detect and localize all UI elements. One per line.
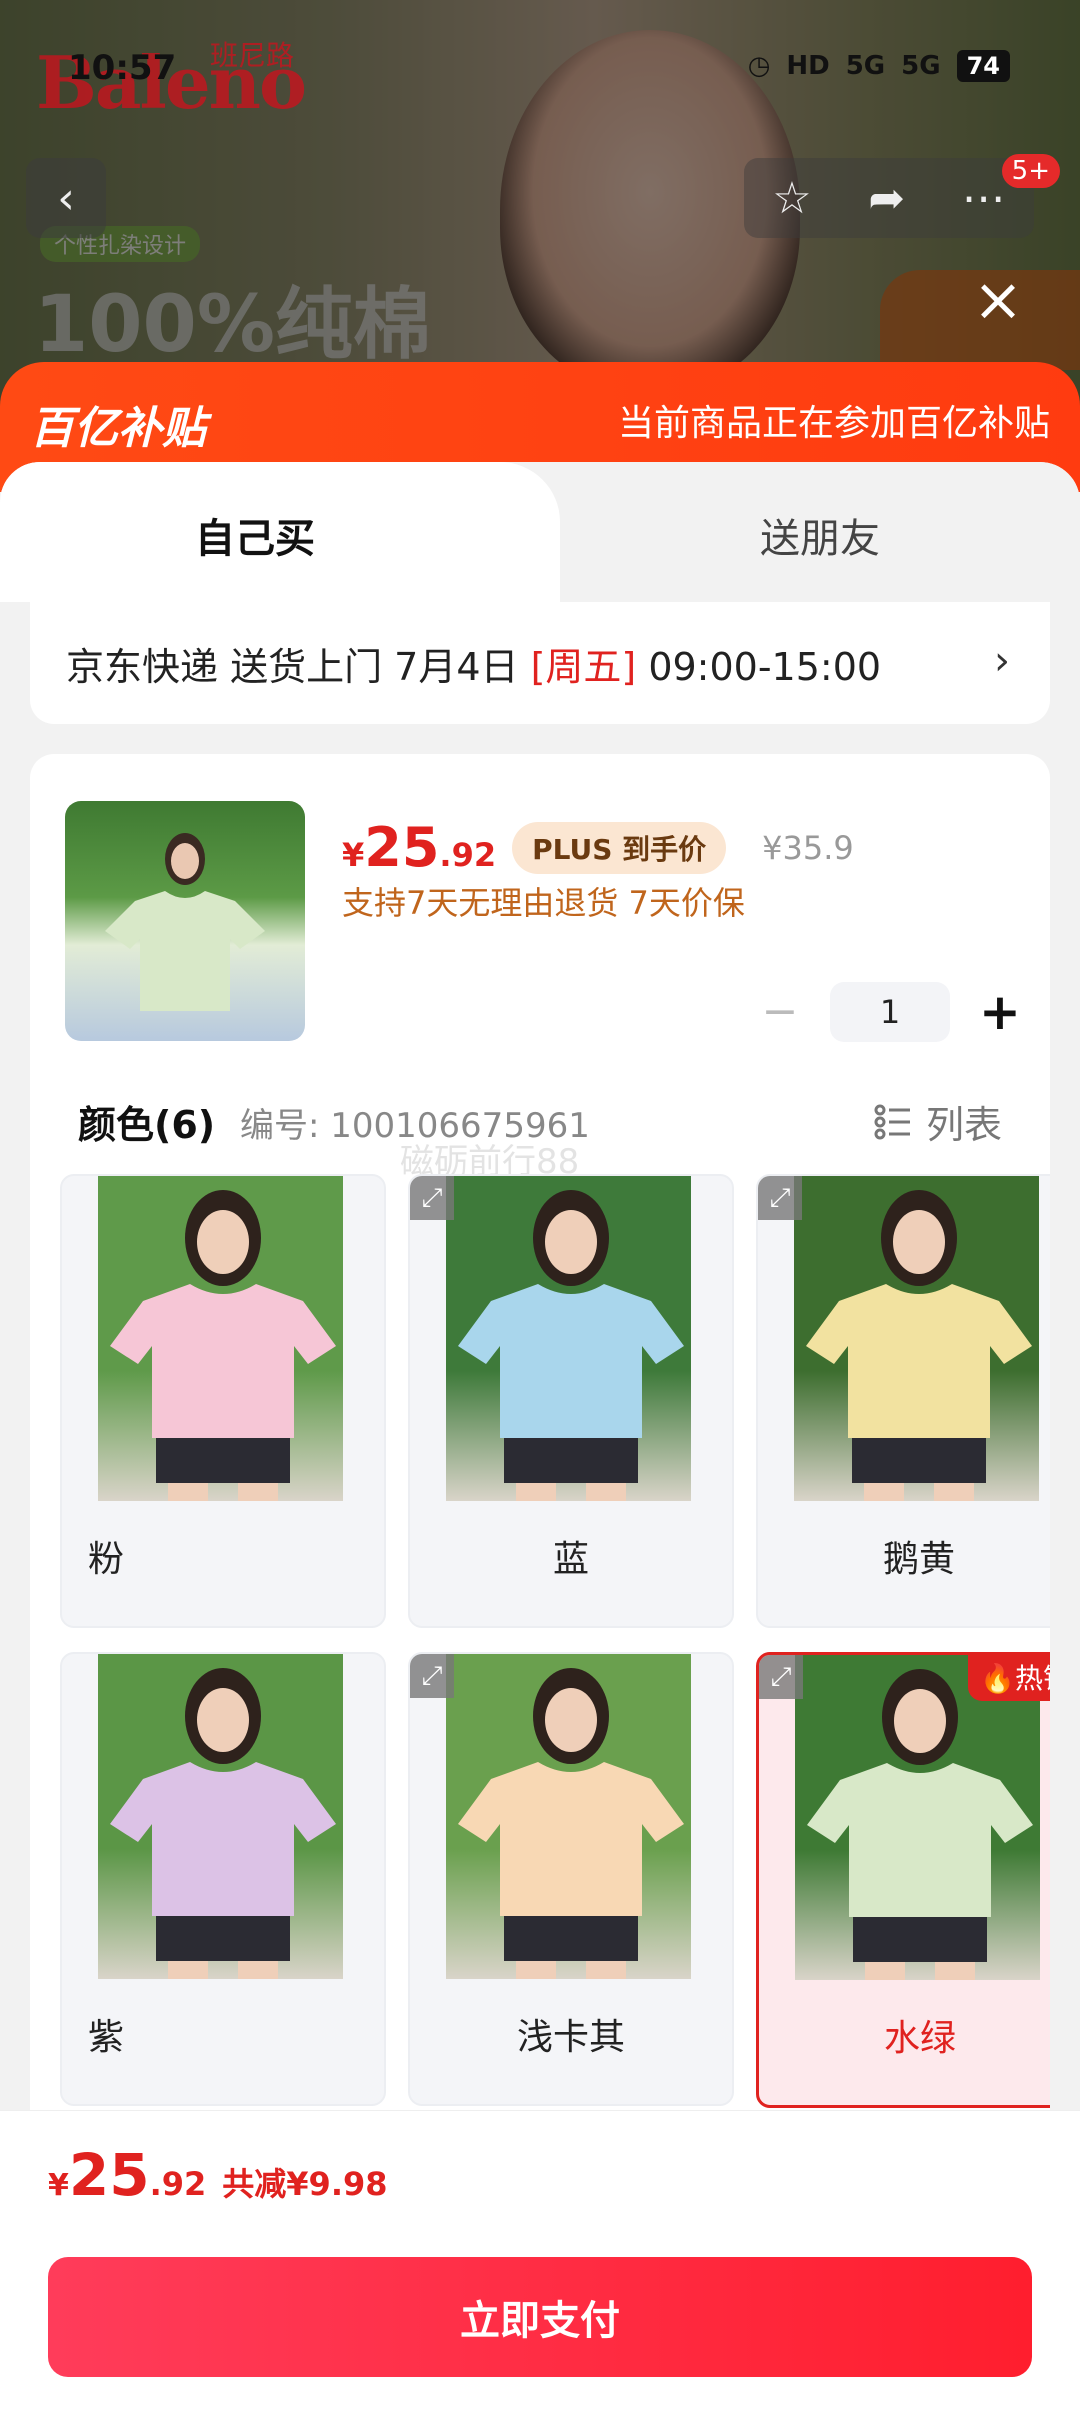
total-decimal: .92 [149,2165,207,2203]
expand-icon[interactable]: ⤢ [759,1655,803,1699]
expand-icon[interactable]: ⤢ [758,1176,802,1220]
model-illustration [458,1668,684,1979]
share-icon[interactable]: ➦ [868,173,905,224]
product-thumbnail[interactable] [65,801,305,1041]
list-view-toggle[interactable]: 列表 [874,1094,1002,1149]
status-icons: ◷ HD 5G 5G 74 [748,50,1010,82]
expand-icon[interactable]: ⤢ [410,1654,454,1698]
total-price: ¥ 25 .92 共减¥9.98 [48,2141,388,2209]
chevron-right-icon: › [994,638,1010,684]
color-option-image [795,1655,1040,1980]
background-product-page: 个性扎染设计 100%纯棉 Baleno 班尼路 10:57 ◷ HD 5G 5… [0,0,1080,420]
tab-gift-friend[interactable]: 送朋友 [760,506,880,564]
hot-badge: 🔥热销 [968,1655,1050,1701]
quantity-value[interactable]: 1 [830,982,950,1042]
price-symbol: ¥ [342,836,365,874]
delivery-row[interactable]: 京东快递 送货上门 7月4日 [周五] 09:00-15:00 › [30,602,1050,724]
message-badge: 5+ [1001,154,1060,188]
total-saving: 共减¥9.98 [222,2165,388,2203]
back-button[interactable]: ‹ [26,158,106,238]
expand-icon[interactable]: ⤢ [410,1176,454,1220]
color-option-label: 紫 [88,2017,125,2058]
delivery-weekday: [周五] [530,644,637,689]
increase-button[interactable]: + [970,982,1030,1042]
signal-icon: 5G [901,51,941,81]
color-option[interactable]: 粉 [60,1174,386,1628]
checkout-footer: ¥ 25 .92 共减¥9.98 立即支付 [0,2110,1080,2412]
brand-logo-cn: 班尼路 [210,39,295,72]
signal-icon: 5G [845,51,886,81]
chevron-left-icon: ‹ [57,172,75,224]
model-head [165,833,205,885]
plus-price-badge: PLUS 到手价 [512,821,727,874]
total-symbol: ¥ [48,2168,69,2203]
color-option[interactable]: ⤢ 🔥热销水绿 [756,1652,1050,2108]
color-option-label: 浅卡其 [516,2017,625,2058]
color-option-image [446,1654,691,1979]
nav-actions: ☆ ➦ ⋯ [744,158,1034,238]
price-decimal: .92 [439,836,497,874]
alarm-icon: ◷ [747,51,771,81]
model-illustration [458,1190,684,1501]
total-integer: 25 [68,2141,150,2209]
close-icon[interactable]: × [966,268,1030,332]
purchase-sheet: 自己买 送朋友 京东快递 送货上门 7月4日 [周五] 09:00-15:00 … [0,462,1080,2412]
tab-buy-for-self[interactable]: 自己买 [195,506,315,564]
star-icon[interactable]: ☆ [772,173,811,224]
delivery-time: 09:00-15:00 [636,644,882,689]
model-illustration [110,1668,336,1979]
color-option-image [98,1654,343,1979]
color-option-image [98,1176,343,1501]
price-row: ¥ 25 .92 PLUS 到手价 ¥35.9 [342,816,854,879]
color-section-title: 颜色(6) [78,1103,216,1147]
color-option[interactable]: ⤢ 蓝 [408,1174,734,1628]
more-icon[interactable]: ⋯ [962,173,1006,224]
pay-now-button[interactable]: 立即支付 [48,2257,1032,2377]
color-option-label: 粉 [88,1539,125,1580]
color-option-label: 水绿 [883,2018,956,2059]
purchase-tabs: 自己买 送朋友 [0,462,1080,602]
hd-icon: HD [786,51,830,81]
list-icon [874,1104,910,1139]
battery-icon: 74 [956,50,1010,82]
list-label: 列表 [925,1103,1002,1147]
delivery-info: 京东快递 送货上门 7月4日 [66,644,531,689]
color-option[interactable]: ⤢ 浅卡其 [408,1652,734,2106]
service-guarantee: 支持7天无理由退货 7天价保 [342,884,745,922]
color-option[interactable]: 紫 [60,1652,386,2106]
model-illustration [110,1190,336,1501]
price-integer: 25 [364,816,440,879]
color-option[interactable]: ⤢ 鹅黄 [756,1174,1050,1628]
tshirt-illustration [105,891,265,1011]
quantity-stepper: − 1 + [750,982,1030,1042]
model-illustration [806,1190,1032,1501]
product-card: ¥ 25 .92 PLUS 到手价 ¥35.9 支持7天无理由退货 7天价保 −… [30,754,1050,2154]
color-option-label: 鹅黄 [882,1539,955,1580]
decrease-button[interactable]: − [750,982,810,1042]
model-illustration [807,1669,1033,1980]
subsidy-text: 当前商品正在参加百亿补贴 [617,403,1050,444]
color-option-image [794,1176,1039,1501]
color-option-label: 蓝 [552,1539,589,1580]
subsidy-logo: 百亿补贴 [30,403,206,454]
original-price: ¥35.9 [762,828,854,867]
status-time: 10:57 [68,48,177,88]
color-option-image [446,1176,691,1501]
